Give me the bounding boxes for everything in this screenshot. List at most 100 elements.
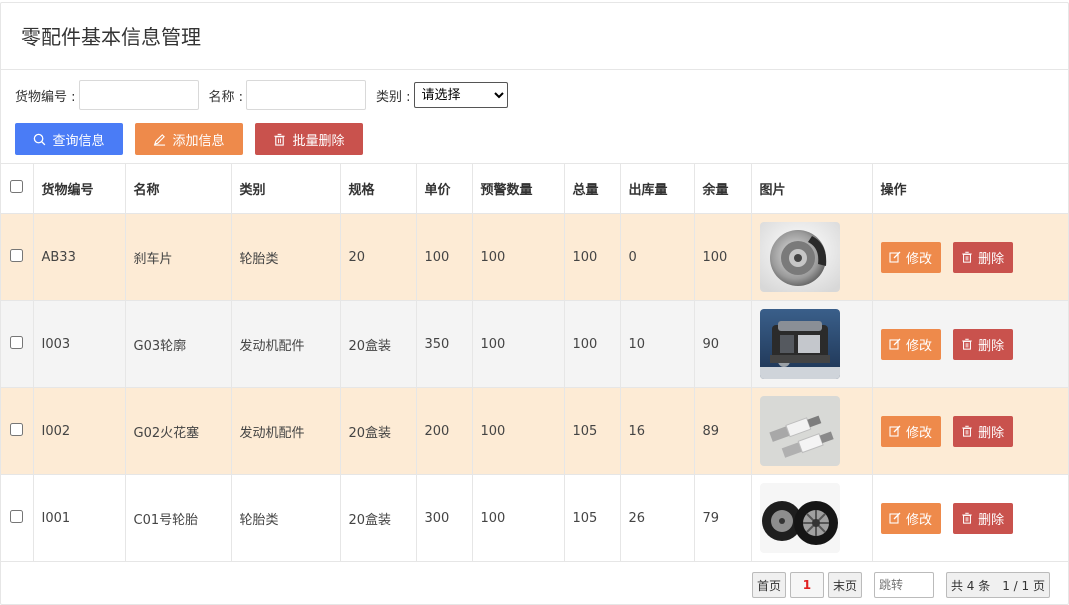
cell-actions: 修改 删除 <box>871 213 1068 301</box>
cell-code: I001 <box>32 474 126 562</box>
header-spec: 规格 <box>339 163 417 214</box>
delete-button-label: 删除 <box>978 338 1005 354</box>
cell-out: 0 <box>619 213 695 301</box>
cell-warning: 100 <box>471 474 565 562</box>
cell-actions: 修改 删除 <box>871 300 1068 388</box>
cell-category: 轮胎类 <box>230 213 341 301</box>
filter-bar: 货物编号 : 名称 : 类别 : 请选择 <box>1 70 1068 120</box>
cell-category: 发动机配件 <box>230 387 341 475</box>
pagination-info: 共 4 条 1 / 1 页 <box>945 572 1050 598</box>
trash-icon <box>962 425 972 437</box>
trash-icon <box>962 338 972 350</box>
cell-price: 350 <box>415 300 473 388</box>
cell-image <box>750 474 873 562</box>
action-bar: 查询信息 添加信息 批量删除 <box>1 120 1068 163</box>
pencil-icon <box>154 133 166 146</box>
table-header-row: 货物编号 名称 类别 规格 单价 预警数量 总量 出库量 余量 图片 操作 <box>1 163 1068 214</box>
row-select-cell <box>1 213 34 301</box>
header-out: 出库量 <box>619 163 695 214</box>
spark-plugs-image <box>759 396 840 466</box>
row-select-cell <box>1 300 34 388</box>
add-button-label: 添加信息 <box>172 133 225 149</box>
row-checkbox[interactable] <box>10 248 24 262</box>
current-page-button[interactable]: 1 <box>789 572 824 598</box>
delete-button-label: 删除 <box>978 425 1005 441</box>
edit-button[interactable]: 修改 <box>880 328 941 360</box>
jump-page-input[interactable] <box>873 572 934 598</box>
cell-category: 发动机配件 <box>230 300 341 388</box>
cell-name: G02火花塞 <box>124 387 232 475</box>
edit-button-label: 修改 <box>905 251 932 267</box>
cell-remain: 89 <box>693 387 752 475</box>
cell-total: 100 <box>563 213 621 301</box>
delete-button[interactable]: 删除 <box>952 328 1013 360</box>
row-checkbox[interactable] <box>10 335 24 349</box>
code-filter-input[interactable] <box>78 80 199 110</box>
add-button[interactable]: 添加信息 <box>135 123 243 155</box>
code-filter-label: 货物编号 : <box>15 89 76 105</box>
trash-icon <box>962 251 972 263</box>
first-page-button[interactable]: 首页 <box>751 572 786 598</box>
cell-name: 刹车片 <box>124 213 232 301</box>
header-name: 名称 <box>124 163 232 214</box>
cell-out: 26 <box>619 474 695 562</box>
category-select[interactable]: 请选择 <box>413 82 508 108</box>
header-image: 图片 <box>750 163 873 214</box>
cell-actions: 修改 删除 <box>871 387 1068 475</box>
pagination: 首页 1 末页 共 4 条 1 / 1 页 <box>748 572 1050 598</box>
batch-delete-button[interactable]: 批量删除 <box>255 123 363 155</box>
cell-spec: 20盒装 <box>339 300 417 388</box>
query-button-label: 查询信息 <box>52 133 105 149</box>
cell-total: 105 <box>563 474 621 562</box>
brake-disc-image <box>759 222 840 292</box>
header-remain: 余量 <box>693 163 752 214</box>
edit-icon <box>889 512 901 524</box>
cell-category: 轮胎类 <box>230 474 341 562</box>
name-filter-input[interactable] <box>246 80 367 110</box>
parts-table: 货物编号 名称 类别 规格 单价 预警数量 总量 出库量 余量 图片 操作 AB… <box>1 163 1068 562</box>
select-all-cell <box>1 163 34 214</box>
table-row: I003 G03轮廓 发动机配件 20盒装 350 100 100 10 90 <box>1 300 1068 388</box>
header-code: 货物编号 <box>32 163 126 214</box>
cell-name: G03轮廓 <box>124 300 232 388</box>
cell-spec: 20盒装 <box>339 387 417 475</box>
edit-button-label: 修改 <box>905 512 932 528</box>
table-row: I002 G02火花塞 发动机配件 20盒装 200 100 105 16 89 <box>1 387 1068 475</box>
cell-total: 100 <box>563 300 621 388</box>
edit-icon <box>889 338 901 350</box>
cell-out: 16 <box>619 387 695 475</box>
delete-button[interactable]: 删除 <box>952 241 1013 273</box>
cell-image <box>750 387 873 475</box>
edit-button-label: 修改 <box>905 338 932 354</box>
cell-warning: 100 <box>471 213 565 301</box>
name-filter-label: 名称 : <box>208 89 244 105</box>
cell-name: C01号轮胎 <box>124 474 232 562</box>
engine-image <box>759 309 840 379</box>
trash-icon <box>962 512 972 524</box>
edit-button[interactable]: 修改 <box>880 241 941 273</box>
cell-price: 200 <box>415 387 473 475</box>
edit-button[interactable]: 修改 <box>880 415 941 447</box>
delete-button[interactable]: 删除 <box>952 502 1013 534</box>
batch-delete-button-label: 批量删除 <box>292 133 345 149</box>
delete-button[interactable]: 删除 <box>952 415 1013 447</box>
cell-remain: 79 <box>693 474 752 562</box>
cell-price: 100 <box>415 213 473 301</box>
cell-code: AB33 <box>32 213 126 301</box>
row-checkbox[interactable] <box>10 509 24 523</box>
table-row: I001 C01号轮胎 轮胎类 20盒装 300 100 105 26 79 修… <box>1 474 1068 562</box>
edit-icon <box>889 251 901 263</box>
category-filter-label: 类别 : <box>376 89 411 105</box>
select-all-checkbox[interactable] <box>10 180 24 193</box>
cell-warning: 100 <box>471 387 565 475</box>
cell-remain: 100 <box>693 213 752 301</box>
cell-spec: 20盒装 <box>339 474 417 562</box>
cell-remain: 90 <box>693 300 752 388</box>
header-price: 单价 <box>415 163 473 214</box>
edit-button[interactable]: 修改 <box>880 502 941 534</box>
row-checkbox[interactable] <box>10 422 24 436</box>
trash-icon <box>274 133 286 146</box>
query-button[interactable]: 查询信息 <box>15 123 123 155</box>
last-page-button[interactable]: 末页 <box>827 572 862 598</box>
header-warning: 预警数量 <box>471 163 565 214</box>
